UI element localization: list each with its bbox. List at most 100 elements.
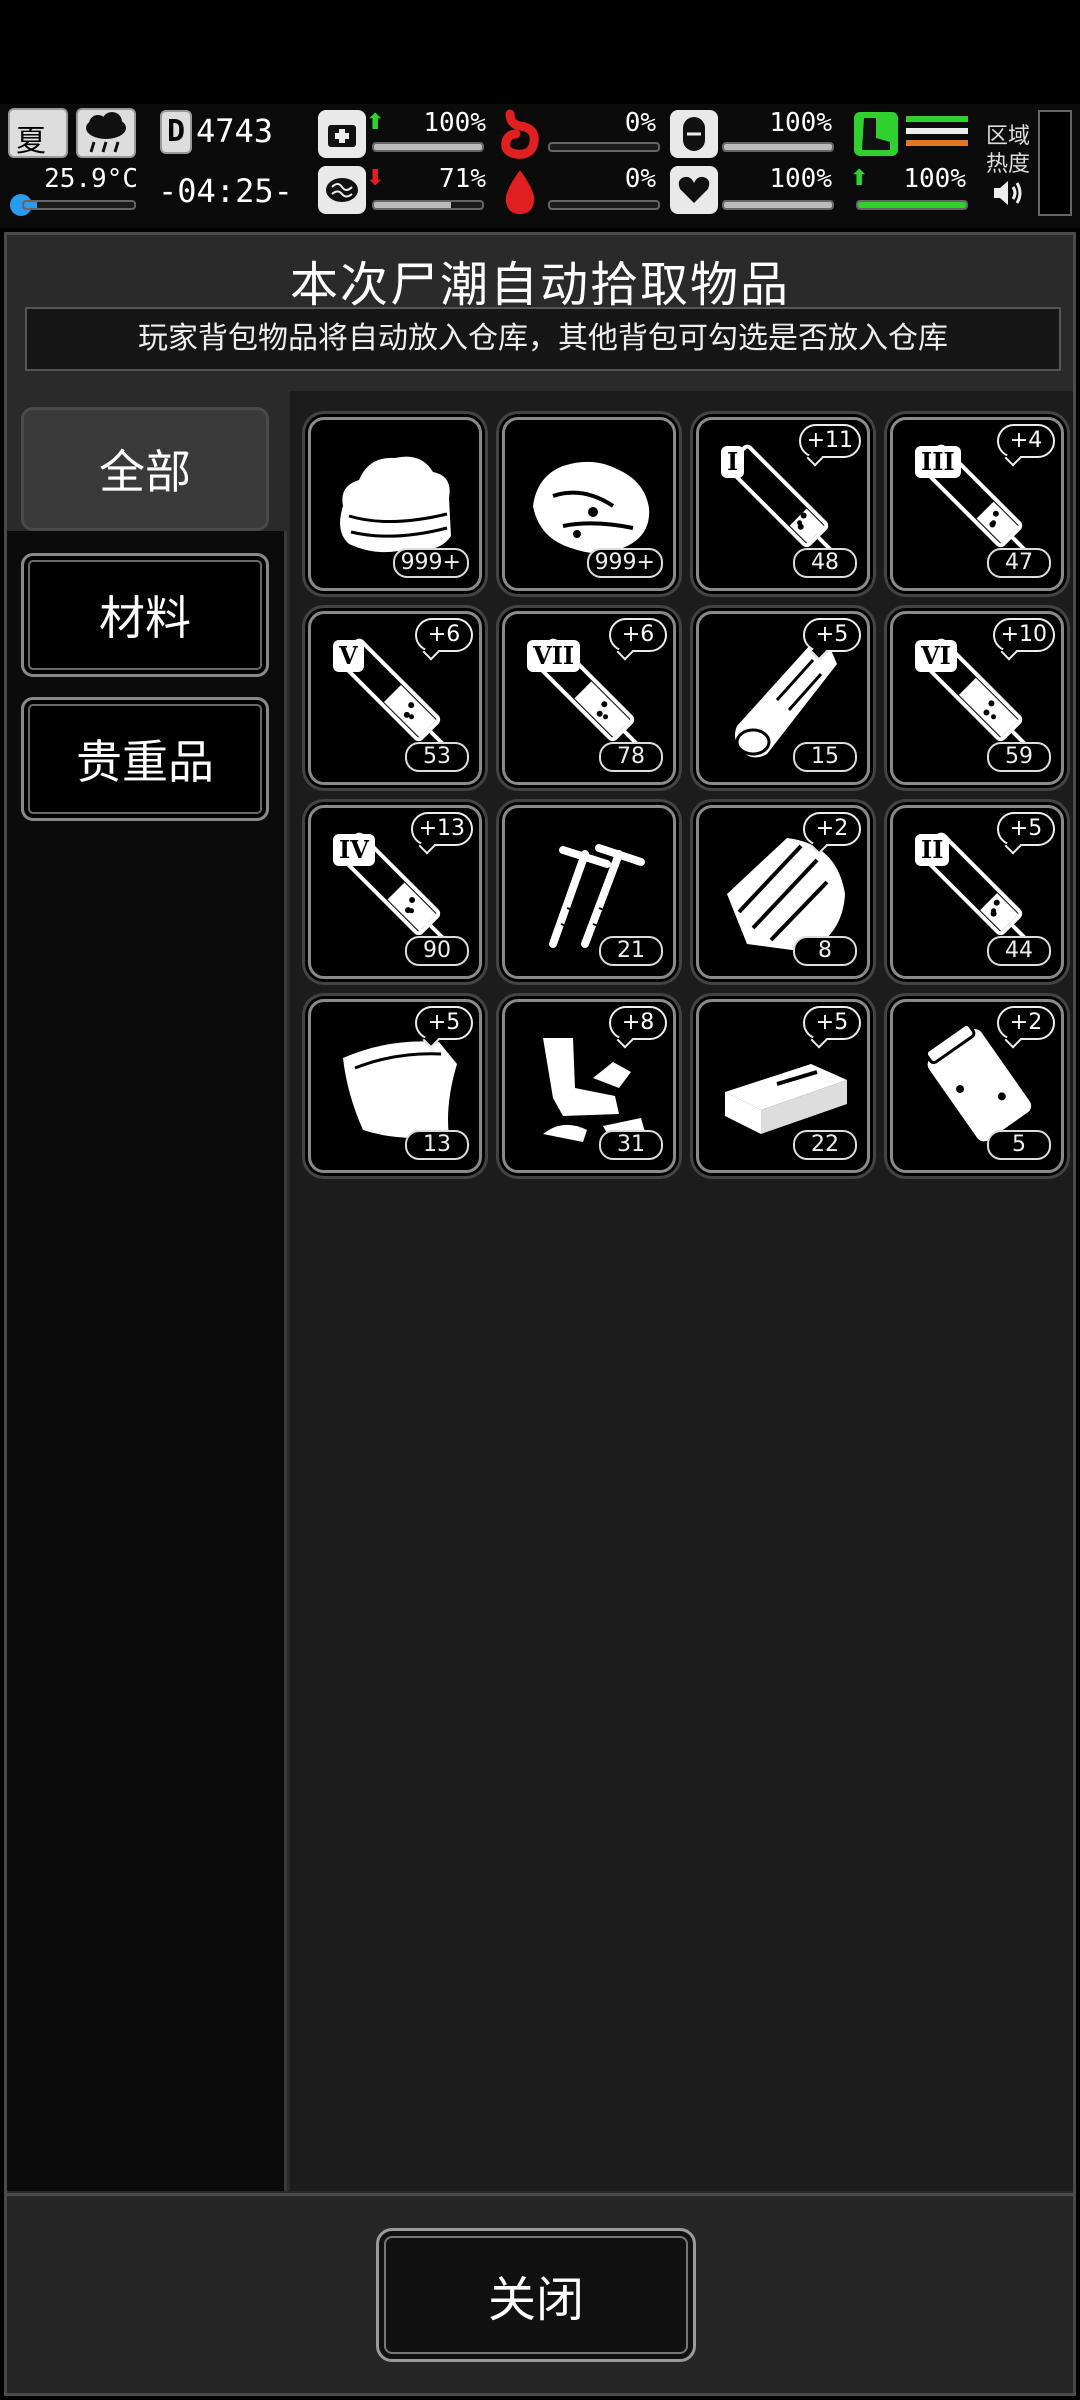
item-slot[interactable]: +2 5 — [890, 999, 1064, 1173]
item-slot[interactable]: VII +6 78 — [502, 611, 676, 785]
thirst-bar — [548, 200, 660, 210]
temperature-bar — [22, 200, 136, 210]
stamina-stripes — [906, 116, 968, 156]
heart-icon — [670, 166, 718, 214]
pill-icon — [670, 110, 718, 158]
tier-badge: II — [915, 834, 950, 866]
bonus-badge: +6 — [415, 618, 473, 652]
area-label-2: 热度 — [986, 152, 1031, 177]
category-materials-label: 材料 — [99, 591, 191, 645]
health-value: 100% — [423, 108, 486, 138]
tier-badge: III — [915, 446, 961, 478]
item-slot[interactable]: +8 31 — [502, 999, 676, 1173]
bonus-badge: +5 — [997, 812, 1055, 846]
item-count: 78 — [599, 742, 663, 772]
item-slot[interactable]: V +6 53 — [308, 611, 482, 785]
item-slot[interactable]: II +5 44 — [890, 805, 1064, 979]
item-slot[interactable]: I +11 48 — [696, 417, 870, 591]
category-all[interactable]: 全部 — [21, 407, 269, 531]
item-slot[interactable]: 999+ — [308, 417, 482, 591]
day-value: 4743 — [196, 112, 274, 150]
stomach-red-icon — [494, 108, 544, 160]
stamina-up-icon: ⬆ — [850, 166, 869, 191]
bonus-badge: +5 — [415, 1006, 473, 1040]
health-up-icon: ⬆ — [366, 110, 385, 135]
item-slot[interactable]: VI +10 59 — [890, 611, 1064, 785]
tier-badge: I — [721, 446, 745, 478]
item-slot[interactable]: +5 22 — [696, 999, 870, 1173]
bonus-badge: +13 — [410, 812, 473, 846]
auto-pickup-panel: 本次尸潮自动拾取物品 玩家背包物品将自动放入仓库，其他背包可勾选是否放入仓库 全… — [4, 232, 1076, 2396]
item-count: 48 — [793, 548, 857, 578]
water-drop-icon — [500, 166, 540, 218]
item-slot[interactable]: 21 — [502, 805, 676, 979]
stamina-value: 100% — [903, 164, 966, 194]
page-title: 本次尸潮自动拾取物品 — [289, 257, 790, 313]
bonus-badge: +2 — [803, 812, 861, 846]
stomach-value: 100% — [769, 108, 832, 138]
close-button-label: 关闭 — [487, 2272, 584, 2328]
item-count: 15 — [793, 742, 857, 772]
sanity-bar — [372, 200, 484, 210]
season-box: 夏 — [8, 108, 68, 159]
sanity-down-icon: ⬇ — [366, 166, 385, 191]
item-count: 53 — [405, 742, 469, 772]
item-slot[interactable]: +5 13 — [308, 999, 482, 1173]
item-count: 47 — [987, 548, 1051, 578]
category-materials[interactable]: 材料 — [21, 553, 269, 677]
thirst-value: 0% — [624, 164, 656, 194]
tier-badge: VI — [915, 640, 957, 672]
weather-box — [76, 108, 136, 158]
bonus-badge: +6 — [609, 618, 667, 652]
time-value: -04:25- — [158, 172, 293, 210]
item-count: 999+ — [392, 548, 469, 578]
category-valuables-label: 贵重品 — [76, 735, 214, 789]
bonus-badge: +2 — [997, 1006, 1055, 1040]
item-count: 8 — [793, 936, 857, 966]
item-count: 59 — [987, 742, 1051, 772]
bonus-badge: +5 — [803, 618, 861, 652]
brain-icon — [318, 166, 366, 214]
hunger-bar — [548, 142, 660, 152]
category-sidebar: 全部 材料 贵重品 — [7, 391, 287, 2191]
item-slot[interactable]: III +4 47 — [890, 417, 1064, 591]
health-bar — [372, 142, 484, 152]
medkit-icon — [318, 110, 366, 158]
item-slot[interactable]: +2 8 — [696, 805, 870, 979]
category-valuables[interactable]: 贵重品 — [21, 697, 269, 821]
day-icon: D — [167, 114, 186, 149]
bonus-badge: +8 — [609, 1006, 667, 1040]
item-grid: 999+ 999+ I +11 48 III +4 47 V +6 53 VII +6 78 +5 15 VI +… — [290, 391, 1073, 2191]
speaker-icon[interactable] — [990, 176, 1026, 210]
item-count: 13 — [405, 1130, 469, 1160]
status-bar: 夏 25.9°C D 4743 -04:25- ⬆ 100% ⬇ 71% 0% … — [0, 104, 1080, 228]
tier-badge: VII — [527, 640, 581, 672]
item-count: 21 — [599, 936, 663, 966]
item-slot[interactable]: +5 15 — [696, 611, 870, 785]
sanity-value: 71% — [439, 164, 486, 194]
tier-badge: V — [333, 640, 364, 672]
category-all-label: 全部 — [99, 445, 191, 499]
item-slot[interactable]: IV +13 90 — [308, 805, 482, 979]
item-count: 22 — [793, 1130, 857, 1160]
item-count: 999+ — [586, 548, 663, 578]
item-slot[interactable]: 999+ — [502, 417, 676, 591]
boot-icon — [854, 112, 898, 156]
stomach-bar — [722, 142, 834, 152]
item-count: 31 — [599, 1130, 663, 1160]
item-count: 5 — [987, 1130, 1051, 1160]
heart-bar — [722, 200, 834, 210]
day-box: D — [160, 110, 192, 154]
bonus-badge: +4 — [997, 424, 1055, 458]
temperature-value: 25.9°C — [44, 164, 138, 194]
close-button[interactable]: 关闭 — [376, 2228, 696, 2362]
season-label: 夏 — [16, 124, 46, 159]
tier-badge: IV — [333, 834, 375, 866]
bonus-badge: +11 — [798, 424, 861, 458]
item-count: 44 — [987, 936, 1051, 966]
stamina-bar — [856, 200, 968, 210]
bonus-badge: +5 — [803, 1006, 861, 1040]
area-heat-meter — [1038, 110, 1072, 216]
rain-cloud-icon — [86, 112, 126, 153]
hunger-value: 0% — [624, 108, 656, 138]
